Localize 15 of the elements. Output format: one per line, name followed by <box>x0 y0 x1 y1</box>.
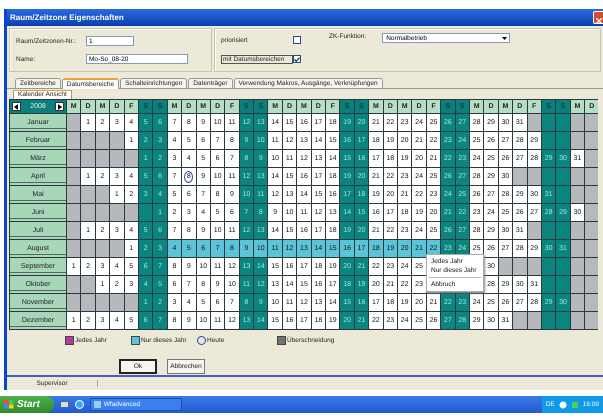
browser-icon[interactable] <box>74 400 84 409</box>
previous-year-button[interactable] <box>12 102 21 111</box>
close-button[interactable] <box>593 11 603 24</box>
next-year-button[interactable] <box>54 102 64 111</box>
tray-icon[interactable] <box>558 400 567 408</box>
desktop-icon[interactable] <box>60 400 69 408</box>
close-icon <box>596 18 602 24</box>
windows-logo-icon <box>4 400 14 409</box>
prioritized-checkbox[interactable] <box>293 36 301 44</box>
date-ranges-checkbox[interactable] <box>293 55 301 64</box>
right-triangle-icon <box>56 104 62 110</box>
window-title: Raum/Zeitzone Eigenschaften <box>9 13 124 22</box>
left-triangle-icon <box>14 104 19 110</box>
application-icon <box>94 401 101 408</box>
dropdown-arrow-icon <box>502 36 508 40</box>
